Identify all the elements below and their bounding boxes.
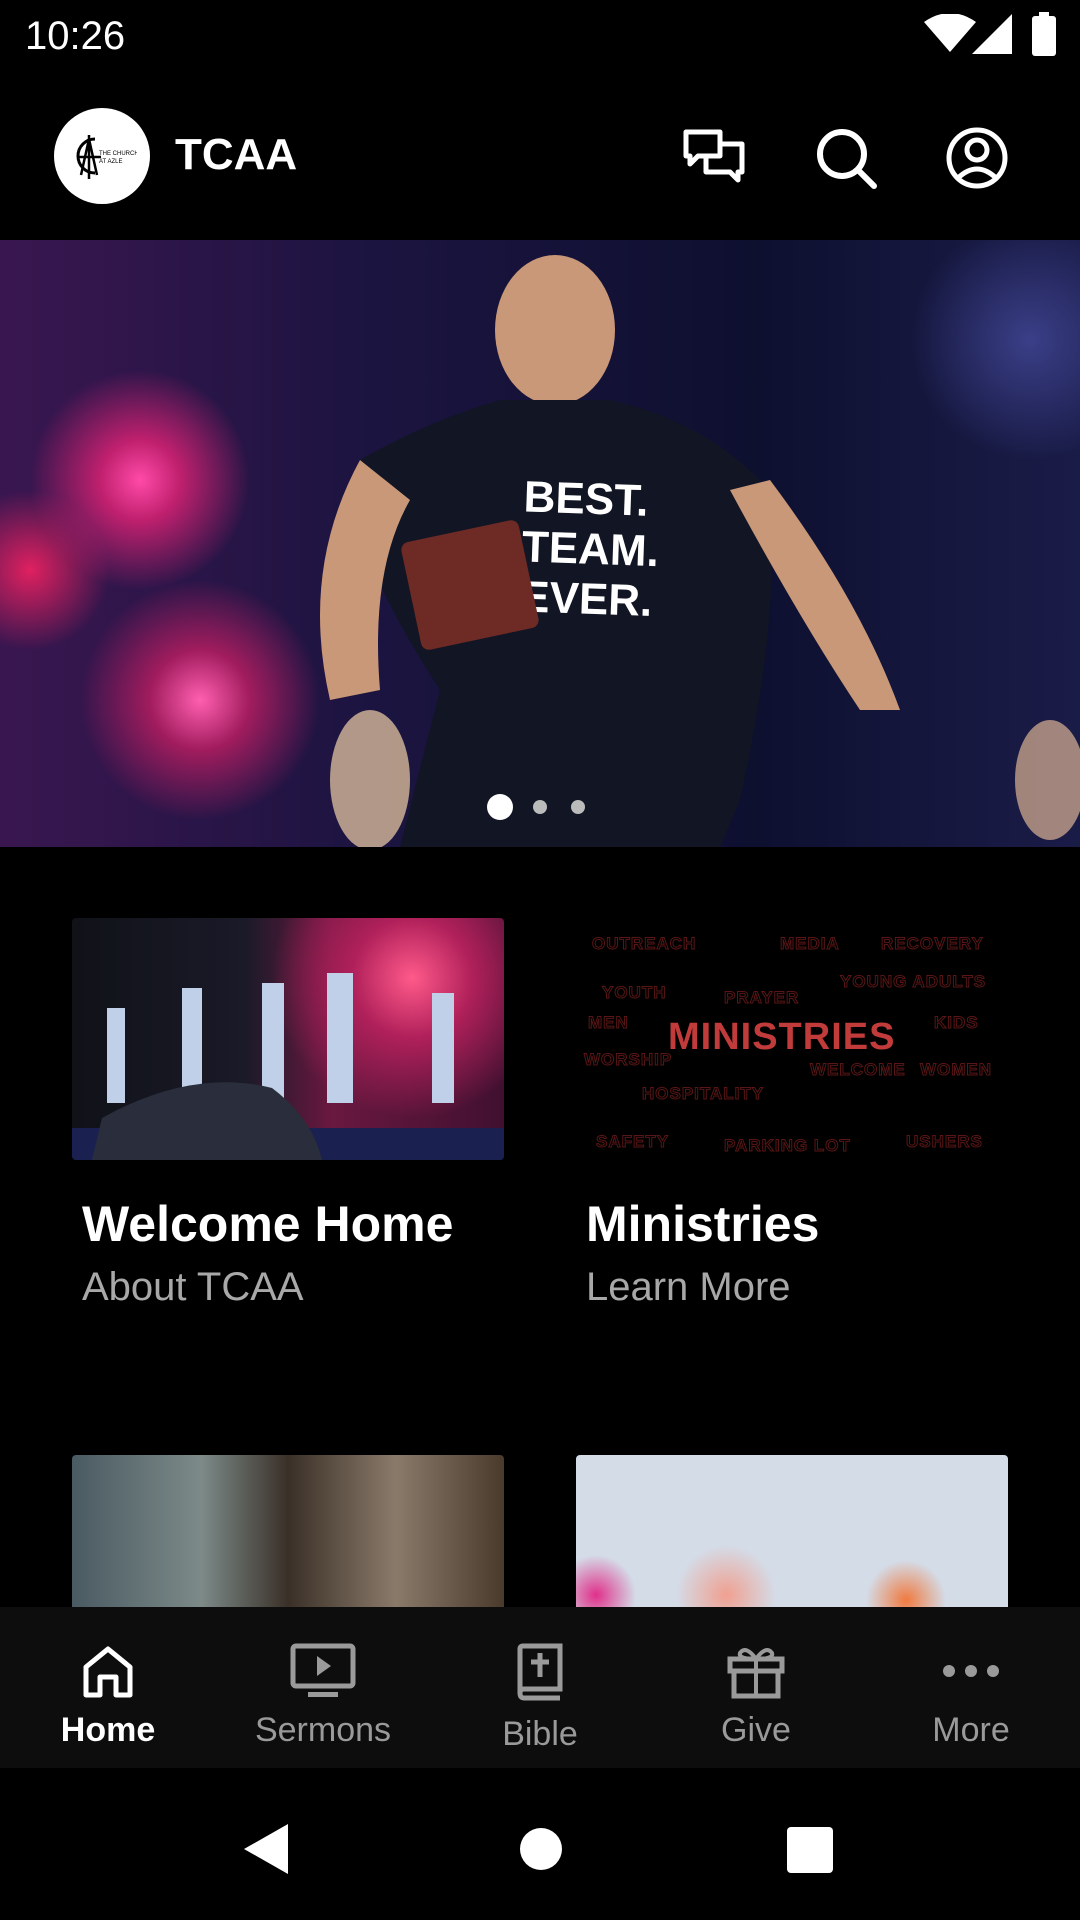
card-subtitle[interactable]: About TCAA xyxy=(82,1265,304,1310)
bible-icon xyxy=(517,1643,563,1701)
card-community-image[interactable] xyxy=(72,1455,504,1607)
word-worship: WORSHIP xyxy=(583,1050,673,1070)
church-logo[interactable]: THE CHURCH AT AZLE xyxy=(54,108,150,204)
nav-bible[interactable]: Bible xyxy=(440,1607,640,1768)
hero-carousel[interactable]: BEST. TEAM. EVER. xyxy=(0,240,1080,847)
ministries-wordmark: MINISTRIES xyxy=(668,1016,896,1058)
carousel-dot[interactable] xyxy=(571,800,585,814)
app-title: TCAA xyxy=(175,130,298,179)
word-recovery: RECOVERY xyxy=(881,934,984,954)
word-young-adults: YOUNG ADULTS xyxy=(839,972,987,992)
card-welcome-home-image[interactable] xyxy=(72,918,504,1160)
card-ministries-image[interactable]: OUTREACH MEDIA RECOVERY YOUTH PRAYER YOU… xyxy=(576,918,1008,1160)
svg-text:THE CHURCH: THE CHURCH xyxy=(99,151,137,157)
nav-home[interactable]: Home xyxy=(8,1607,208,1768)
gift-icon xyxy=(727,1648,785,1699)
word-safety: SAFETY xyxy=(595,1132,670,1152)
tv-play-icon xyxy=(290,1643,356,1697)
nav-give[interactable]: Give xyxy=(656,1607,856,1768)
logo-mark: THE CHURCH AT AZLE xyxy=(76,135,137,179)
status-time: 10:26 xyxy=(25,14,126,58)
carousel-dot[interactable] xyxy=(533,800,547,814)
recents-icon[interactable] xyxy=(787,1827,833,1873)
word-outreach: OUTREACH xyxy=(591,934,697,954)
battery-icon xyxy=(1032,12,1056,56)
nav-more[interactable]: More xyxy=(871,1607,1071,1768)
home-circle-icon[interactable] xyxy=(519,1827,563,1871)
word-prayer: PRAYER xyxy=(723,988,800,1008)
card-title[interactable]: Welcome Home xyxy=(82,1195,453,1253)
bottom-nav: Home Sermons Bible Give More xyxy=(0,1607,1080,1768)
word-hospitality: HOSPITALITY xyxy=(641,1084,765,1104)
signal-icon xyxy=(972,14,1012,54)
app-header: THE CHURCH AT AZLE TCAA xyxy=(0,75,1080,240)
word-welcome: WELCOME xyxy=(810,1060,906,1080)
word-media: MEDIA xyxy=(780,934,840,954)
word-ushers: USHERS xyxy=(906,1132,983,1152)
carousel-dot-active[interactable] xyxy=(487,794,513,820)
svg-text:AT AZLE: AT AZLE xyxy=(99,159,122,165)
back-icon[interactable] xyxy=(244,1824,288,1874)
home-icon xyxy=(83,1646,133,1698)
card-title[interactable]: Ministries xyxy=(586,1195,819,1253)
card-subtitle[interactable]: Learn More xyxy=(586,1265,791,1310)
account-icon[interactable] xyxy=(945,126,1009,190)
word-kids: KIDS xyxy=(934,1013,979,1033)
search-icon[interactable] xyxy=(814,126,878,190)
system-nav-bar xyxy=(0,1768,1080,1920)
word-parking-lot: PARKING LOT xyxy=(724,1136,851,1156)
word-women: WOMEN xyxy=(919,1060,993,1080)
word-men: MEN xyxy=(588,1013,629,1033)
more-dots-icon xyxy=(943,1665,999,1677)
nav-sermons[interactable]: Sermons xyxy=(223,1607,423,1768)
chat-icon[interactable] xyxy=(682,126,746,190)
nav-label: Give xyxy=(721,1711,791,1749)
worship-band-image xyxy=(72,973,504,1160)
card-flowers-image[interactable] xyxy=(576,1455,1008,1607)
status-bar: 10:26 xyxy=(0,0,1080,75)
wifi-icon xyxy=(924,14,976,52)
nav-label: Sermons xyxy=(254,1711,392,1749)
nav-label: More xyxy=(932,1711,1010,1749)
nav-label: Bible xyxy=(502,1715,578,1753)
bible-in-hand xyxy=(401,520,539,650)
word-youth: YOUTH xyxy=(602,983,667,1003)
nav-label: Home xyxy=(60,1711,156,1749)
